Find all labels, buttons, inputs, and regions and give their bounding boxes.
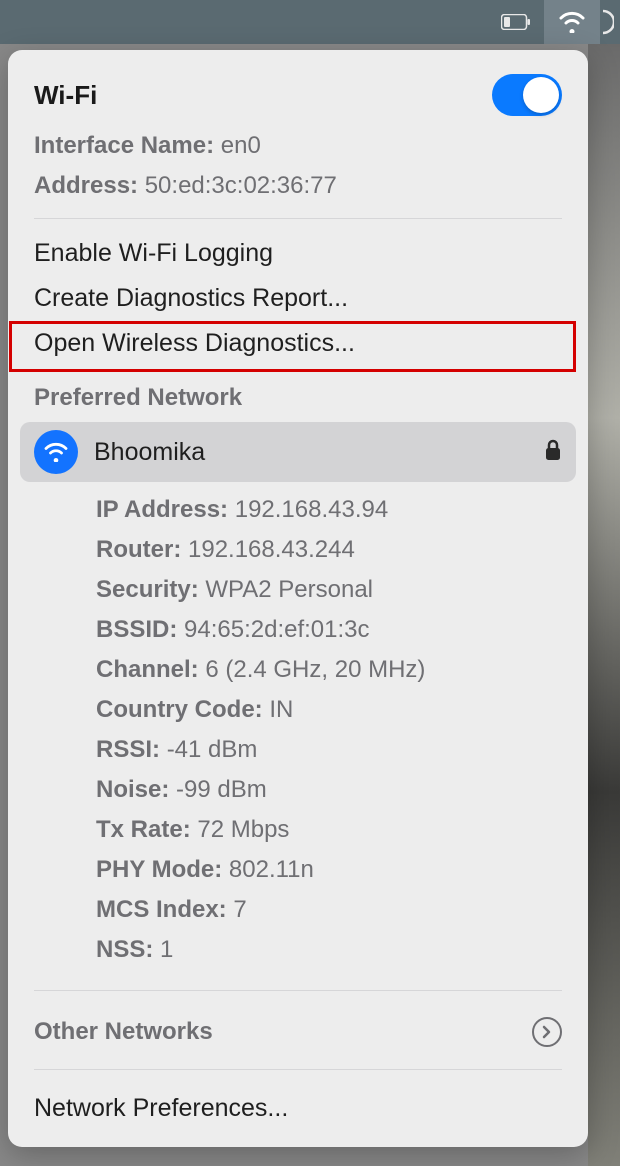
control-center-icon[interactable]	[600, 0, 620, 44]
wifi-icon	[34, 430, 78, 474]
other-networks-label: Other Networks	[34, 1018, 213, 1046]
detail-bssid: BSSID: 94:65:2d:ef:01:3c	[8, 610, 588, 650]
interface-name-line: Interface Name: en0	[8, 126, 588, 166]
divider	[34, 990, 562, 991]
chevron-right-icon	[532, 1017, 562, 1047]
address-label: Address:	[34, 172, 138, 199]
wifi-toggle[interactable]	[492, 74, 562, 116]
network-preferences[interactable]: Network Preferences...	[8, 1082, 588, 1147]
create-diagnostics-report[interactable]: Create Diagnostics Report...	[8, 276, 588, 321]
interface-name-value: en0	[221, 132, 261, 159]
other-networks-row[interactable]: Other Networks	[8, 1003, 588, 1057]
address-value: 50:ed:3c:02:36:77	[145, 172, 337, 199]
interface-name-label: Interface Name:	[34, 132, 214, 159]
network-details: IP Address: 192.168.43.94 Router: 192.16…	[8, 482, 588, 978]
detail-nss: NSS: 1	[8, 930, 588, 970]
detail-noise: Noise: -99 dBm	[8, 770, 588, 810]
wifi-menubar-icon[interactable]	[544, 0, 600, 44]
address-line: Address: 50:ed:3c:02:36:77	[8, 166, 588, 206]
detail-tx-rate: Tx Rate: 72 Mbps	[8, 810, 588, 850]
open-wireless-diagnostics[interactable]: Open Wireless Diagnostics...	[8, 321, 588, 366]
detail-channel: Channel: 6 (2.4 GHz, 20 MHz)	[8, 650, 588, 690]
enable-wifi-logging[interactable]: Enable Wi-Fi Logging	[8, 231, 588, 276]
lock-icon	[544, 439, 562, 466]
divider	[34, 1069, 562, 1070]
detail-rssi: RSSI: -41 dBm	[8, 730, 588, 770]
detail-country-code: Country Code: IN	[8, 690, 588, 730]
desktop-background	[588, 44, 620, 1166]
detail-ip-address: IP Address: 192.168.43.94	[8, 490, 588, 530]
battery-status-icon[interactable]	[488, 0, 544, 44]
detail-mcs-index: MCS Index: 7	[8, 890, 588, 930]
preferred-network-heading: Preferred Network	[8, 366, 588, 422]
preferred-network-row[interactable]: Bhoomika	[20, 422, 576, 482]
network-name: Bhoomika	[94, 438, 528, 467]
divider	[34, 218, 562, 219]
detail-security: Security: WPA2 Personal	[8, 570, 588, 610]
detail-phy-mode: PHY Mode: 802.11n	[8, 850, 588, 890]
panel-title: Wi-Fi	[34, 80, 97, 111]
toggle-knob	[523, 77, 559, 113]
detail-router: Router: 192.168.43.244	[8, 530, 588, 570]
menubar	[0, 0, 620, 44]
wifi-panel: Wi-Fi Interface Name: en0 Address: 50:ed…	[8, 50, 588, 1147]
